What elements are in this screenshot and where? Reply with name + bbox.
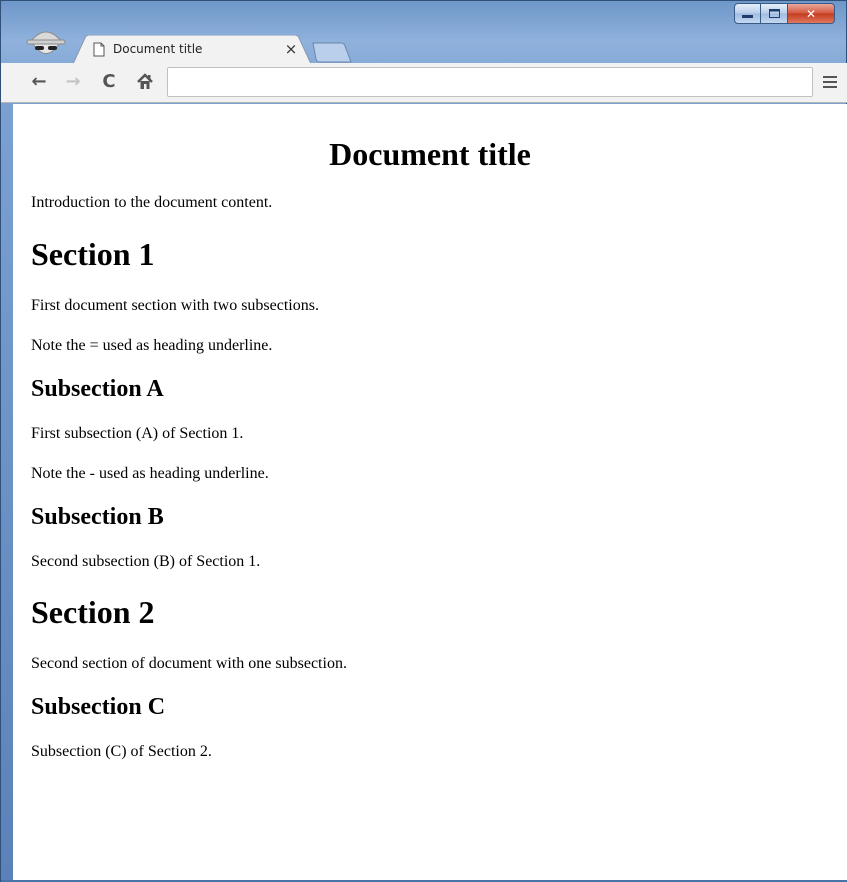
tab-close-button[interactable]: × bbox=[281, 39, 301, 59]
incognito-icon bbox=[26, 31, 66, 54]
back-button[interactable]: ← bbox=[27, 71, 51, 93]
title-bar: Document title × ✕ bbox=[1, 1, 847, 64]
window-controls: ✕ bbox=[734, 3, 835, 25]
subsection-a-heading: Subsection A bbox=[31, 376, 164, 402]
new-tab-button[interactable] bbox=[311, 41, 353, 63]
home-button[interactable] bbox=[133, 71, 157, 93]
document-body: Document title Introduction to the docum… bbox=[13, 134, 847, 762]
section-2-text: Second section of document with one subs… bbox=[31, 655, 347, 672]
menu-icon-bar bbox=[823, 81, 837, 83]
home-icon bbox=[137, 73, 153, 89]
section-2-heading: Section 2 bbox=[31, 594, 155, 630]
address-bar[interactable] bbox=[167, 67, 813, 97]
page-icon bbox=[93, 42, 105, 57]
tab-document[interactable]: Document title × bbox=[73, 35, 311, 64]
section-1-heading: Section 1 bbox=[31, 236, 155, 272]
subsection-c-text: Subsection (C) of Section 2. bbox=[31, 743, 212, 760]
subsection-c-heading: Subsection C bbox=[31, 694, 166, 720]
forward-button[interactable]: → bbox=[61, 71, 85, 93]
page-title: Document title bbox=[329, 136, 531, 172]
browser-toolbar: ← → C bbox=[1, 63, 847, 148]
subsection-b-text: Second subsection (B) of Section 1. bbox=[31, 553, 261, 570]
subsection-a-note: Note the - used as heading underline. bbox=[31, 465, 269, 482]
section-1-note: Note the = used as heading underline. bbox=[31, 337, 273, 354]
intro-text: Introduction to the document content. bbox=[31, 194, 273, 211]
tab-title: Document title bbox=[113, 42, 203, 56]
menu-button[interactable] bbox=[820, 73, 840, 91]
minimize-icon bbox=[742, 14, 753, 18]
close-window-button[interactable]: ✕ bbox=[788, 3, 835, 24]
minimize-button[interactable] bbox=[734, 3, 761, 24]
section-1-text: First document section with two subsecti… bbox=[31, 297, 319, 314]
reload-button[interactable]: C bbox=[97, 71, 121, 93]
subsection-a-text: First subsection (A) of Section 1. bbox=[31, 425, 244, 442]
menu-icon-bar bbox=[823, 86, 837, 88]
page-viewport: Document title Introduction to the docum… bbox=[13, 104, 847, 880]
menu-icon-bar bbox=[823, 76, 837, 78]
maximize-button[interactable] bbox=[761, 3, 788, 24]
maximize-icon bbox=[768, 9, 780, 18]
browser-window: Document title × ✕ ← → C Document title … bbox=[0, 0, 847, 882]
subsection-b-heading: Subsection B bbox=[31, 504, 164, 530]
